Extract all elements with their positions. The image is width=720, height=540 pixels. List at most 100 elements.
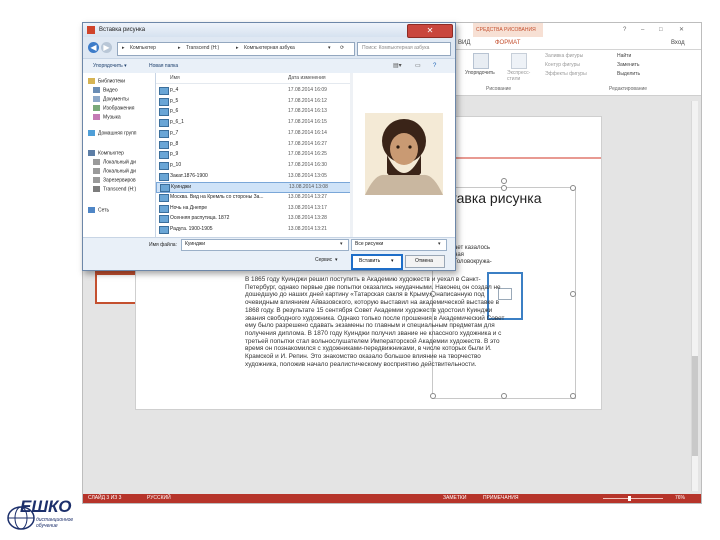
nav-item[interactable]: Transcend (H:) [93,186,136,193]
insert-dropdown-icon[interactable]: ▾ [391,258,394,265]
music-icon [93,114,100,120]
notes-button[interactable]: ЗАМЕТКИ [443,495,466,502]
network-icon [88,207,95,213]
resize-handle-s[interactable] [501,393,507,399]
slide-body-text[interactable]: В 1865 году Куинджи решил поступить в Ак… [245,276,507,368]
file-row[interactable]: Осенняя распутица. 1872 13.08.2014 13:28 [156,214,351,224]
preview-pane-icon[interactable]: ▭ [415,62,421,70]
nav-item[interactable]: Локальный ди [93,159,136,166]
new-folder-button[interactable]: Новая папка [149,63,178,70]
file-type-select[interactable]: Все рисунки ▾ [351,239,447,251]
tab-format[interactable]: ФОРМАТ [495,39,520,47]
column-name-header[interactable]: Имя [170,75,180,82]
filename-dropdown-icon[interactable]: ▾ [340,241,343,248]
column-date-header[interactable]: Дата изменения [288,75,326,82]
zoom-level[interactable]: 76% [675,495,685,502]
file-row[interactable]: p_5 17.08.2014 16:12 [156,97,351,106]
navigation-pane: Библиотеки Видео Документы Изображения Музык… [83,73,156,237]
minimize-button[interactable]: – [641,26,644,34]
file-row[interactable]: Ночь на Днепре 13.08.2014 13:17 [156,204,351,213]
file-row-selected[interactable]: Куинджи 13.08.2014 13:08 [156,182,351,194]
breadcrumb-computer[interactable]: Компьютер [130,45,156,52]
forward-arrow-icon[interactable]: ▶ [101,42,112,53]
nav-item-label: Музыка [103,114,121,121]
service-menu[interactable]: Сервис [315,257,332,264]
nav-item[interactable]: Библиотеки [88,78,125,85]
file-row[interactable]: Закат.1876-1900 13.08.2014 13:05 [156,172,351,181]
image-file-icon [159,108,169,117]
tab-view[interactable]: ВИД [458,39,470,47]
address-dropdown-icon[interactable]: ▾ [328,45,331,52]
service-dropdown-icon[interactable]: ▾ [335,257,338,264]
resize-handle-e[interactable] [570,291,576,297]
file-date: 17.08.2014 16:12 [288,97,327,104]
organize-button[interactable]: Упорядочить ▾ [93,63,127,70]
logo-tagline-2: обучение [36,523,58,529]
zoom-slider-thumb[interactable] [628,496,631,501]
express-styles-button[interactable]: Экспресс-стили [507,70,535,82]
video-icon [93,87,100,93]
maximize-button[interactable]: □ [659,26,663,34]
view-options-icon[interactable]: ▤▾ [393,62,402,70]
resize-handle-sw[interactable] [430,393,436,399]
resize-handle-se[interactable] [570,393,576,399]
search-box[interactable]: Поиск: Компьютерная азбука [357,42,451,56]
login-link[interactable]: Вход [671,39,685,47]
express-styles-icon[interactable] [511,53,527,69]
language-indicator[interactable]: РУССКИЙ [147,495,171,502]
file-row[interactable]: Москва. Вид на Кремль со стороны За... 13… [156,193,351,202]
filename-input[interactable]: Куинджи ▾ [181,239,349,251]
breadcrumb-transcend[interactable]: Transcend (H:) [186,45,219,52]
shape-effects-button[interactable]: Эффекты фигуры [545,71,587,78]
arrange-button[interactable]: Упорядочить [465,70,495,77]
comments-button[interactable]: ПРИМЕЧАНИЯ [483,495,519,502]
zoom-slider[interactable] [603,498,663,499]
file-row[interactable]: p_4 17.08.2014 16:09 [156,86,351,95]
dialog-close-button[interactable]: ✕ [407,24,453,38]
status-bar: СЛАЙД 3 ИЗ 3 РУССКИЙ ЗАМЕТКИ ПРИМЕЧАНИЯ … [83,494,701,503]
nav-item[interactable]: Музыка [93,114,121,121]
nav-item-label: Домашняя групп [98,130,137,137]
nav-item[interactable]: Изображения [93,105,134,112]
back-arrow-icon[interactable]: ◀ [88,42,99,53]
file-row[interactable]: p_8 17.08.2014 16:27 [156,140,351,149]
insert-button[interactable]: Вставить ▾ [351,254,403,270]
image-file-icon [159,140,169,149]
image-file-icon [159,161,169,170]
cancel-button[interactable]: Отмена [405,255,445,268]
file-row[interactable]: p_6 17.08.2014 16:13 [156,107,351,117]
nav-item[interactable]: Сеть [88,207,109,214]
select-button[interactable]: Выделить [617,71,640,78]
refresh-icon[interactable]: ⟳ [340,45,344,52]
arrange-icon[interactable] [473,53,489,69]
nav-item[interactable]: Документы [93,96,129,103]
nav-item[interactable]: Зарезервиров [93,177,136,184]
file-row[interactable]: p_6_1 17.08.2014 16:15 [156,118,351,128]
file-name: p_6 [170,108,179,115]
group-editing-label: Редактирование [609,86,648,92]
vertical-scrollbar[interactable] [691,101,698,491]
nav-item[interactable]: Видео [93,87,118,94]
nav-item[interactable]: Домашняя групп [88,130,136,137]
close-window-button[interactable]: ✕ [679,26,684,34]
file-date: 17.08.2014 16:30 [288,161,327,168]
nav-item[interactable]: Компьютер [88,150,124,157]
help-button[interactable]: ? [623,26,626,34]
find-button[interactable]: Найти [617,53,631,60]
file-row[interactable]: p_9 17.08.2014 16:25 [156,150,351,160]
file-row[interactable]: Радуга. 1900-1905 13.08.2014 13:21 [156,225,351,235]
scrollbar-thumb[interactable] [692,356,698,456]
nav-item[interactable]: Локальный ди [93,168,136,175]
shape-outline-button[interactable]: Контур фигуры [545,62,580,69]
search-placeholder: Поиск: Компьютерная азбука [362,45,430,51]
address-bar[interactable]: ▸ Компьютер ▸ Transcend (H:) ▸ Компьютер… [117,42,355,56]
rotate-handle[interactable] [501,178,507,184]
breadcrumb-folder[interactable]: Компьютерная азбука [244,45,295,52]
shape-fill-button[interactable]: Заливка фигуры [545,53,583,60]
replace-button[interactable]: Заменить [617,62,639,69]
dialog-title: Вставка рисунка [99,27,146,33]
help-icon[interactable]: ? [433,62,436,70]
file-row[interactable]: p_7 17.08.2014 16:14 [156,129,351,138]
file-row[interactable]: p_10 17.08.2014 16:30 [156,161,351,170]
file-type-dropdown-icon[interactable]: ▾ [438,241,441,248]
